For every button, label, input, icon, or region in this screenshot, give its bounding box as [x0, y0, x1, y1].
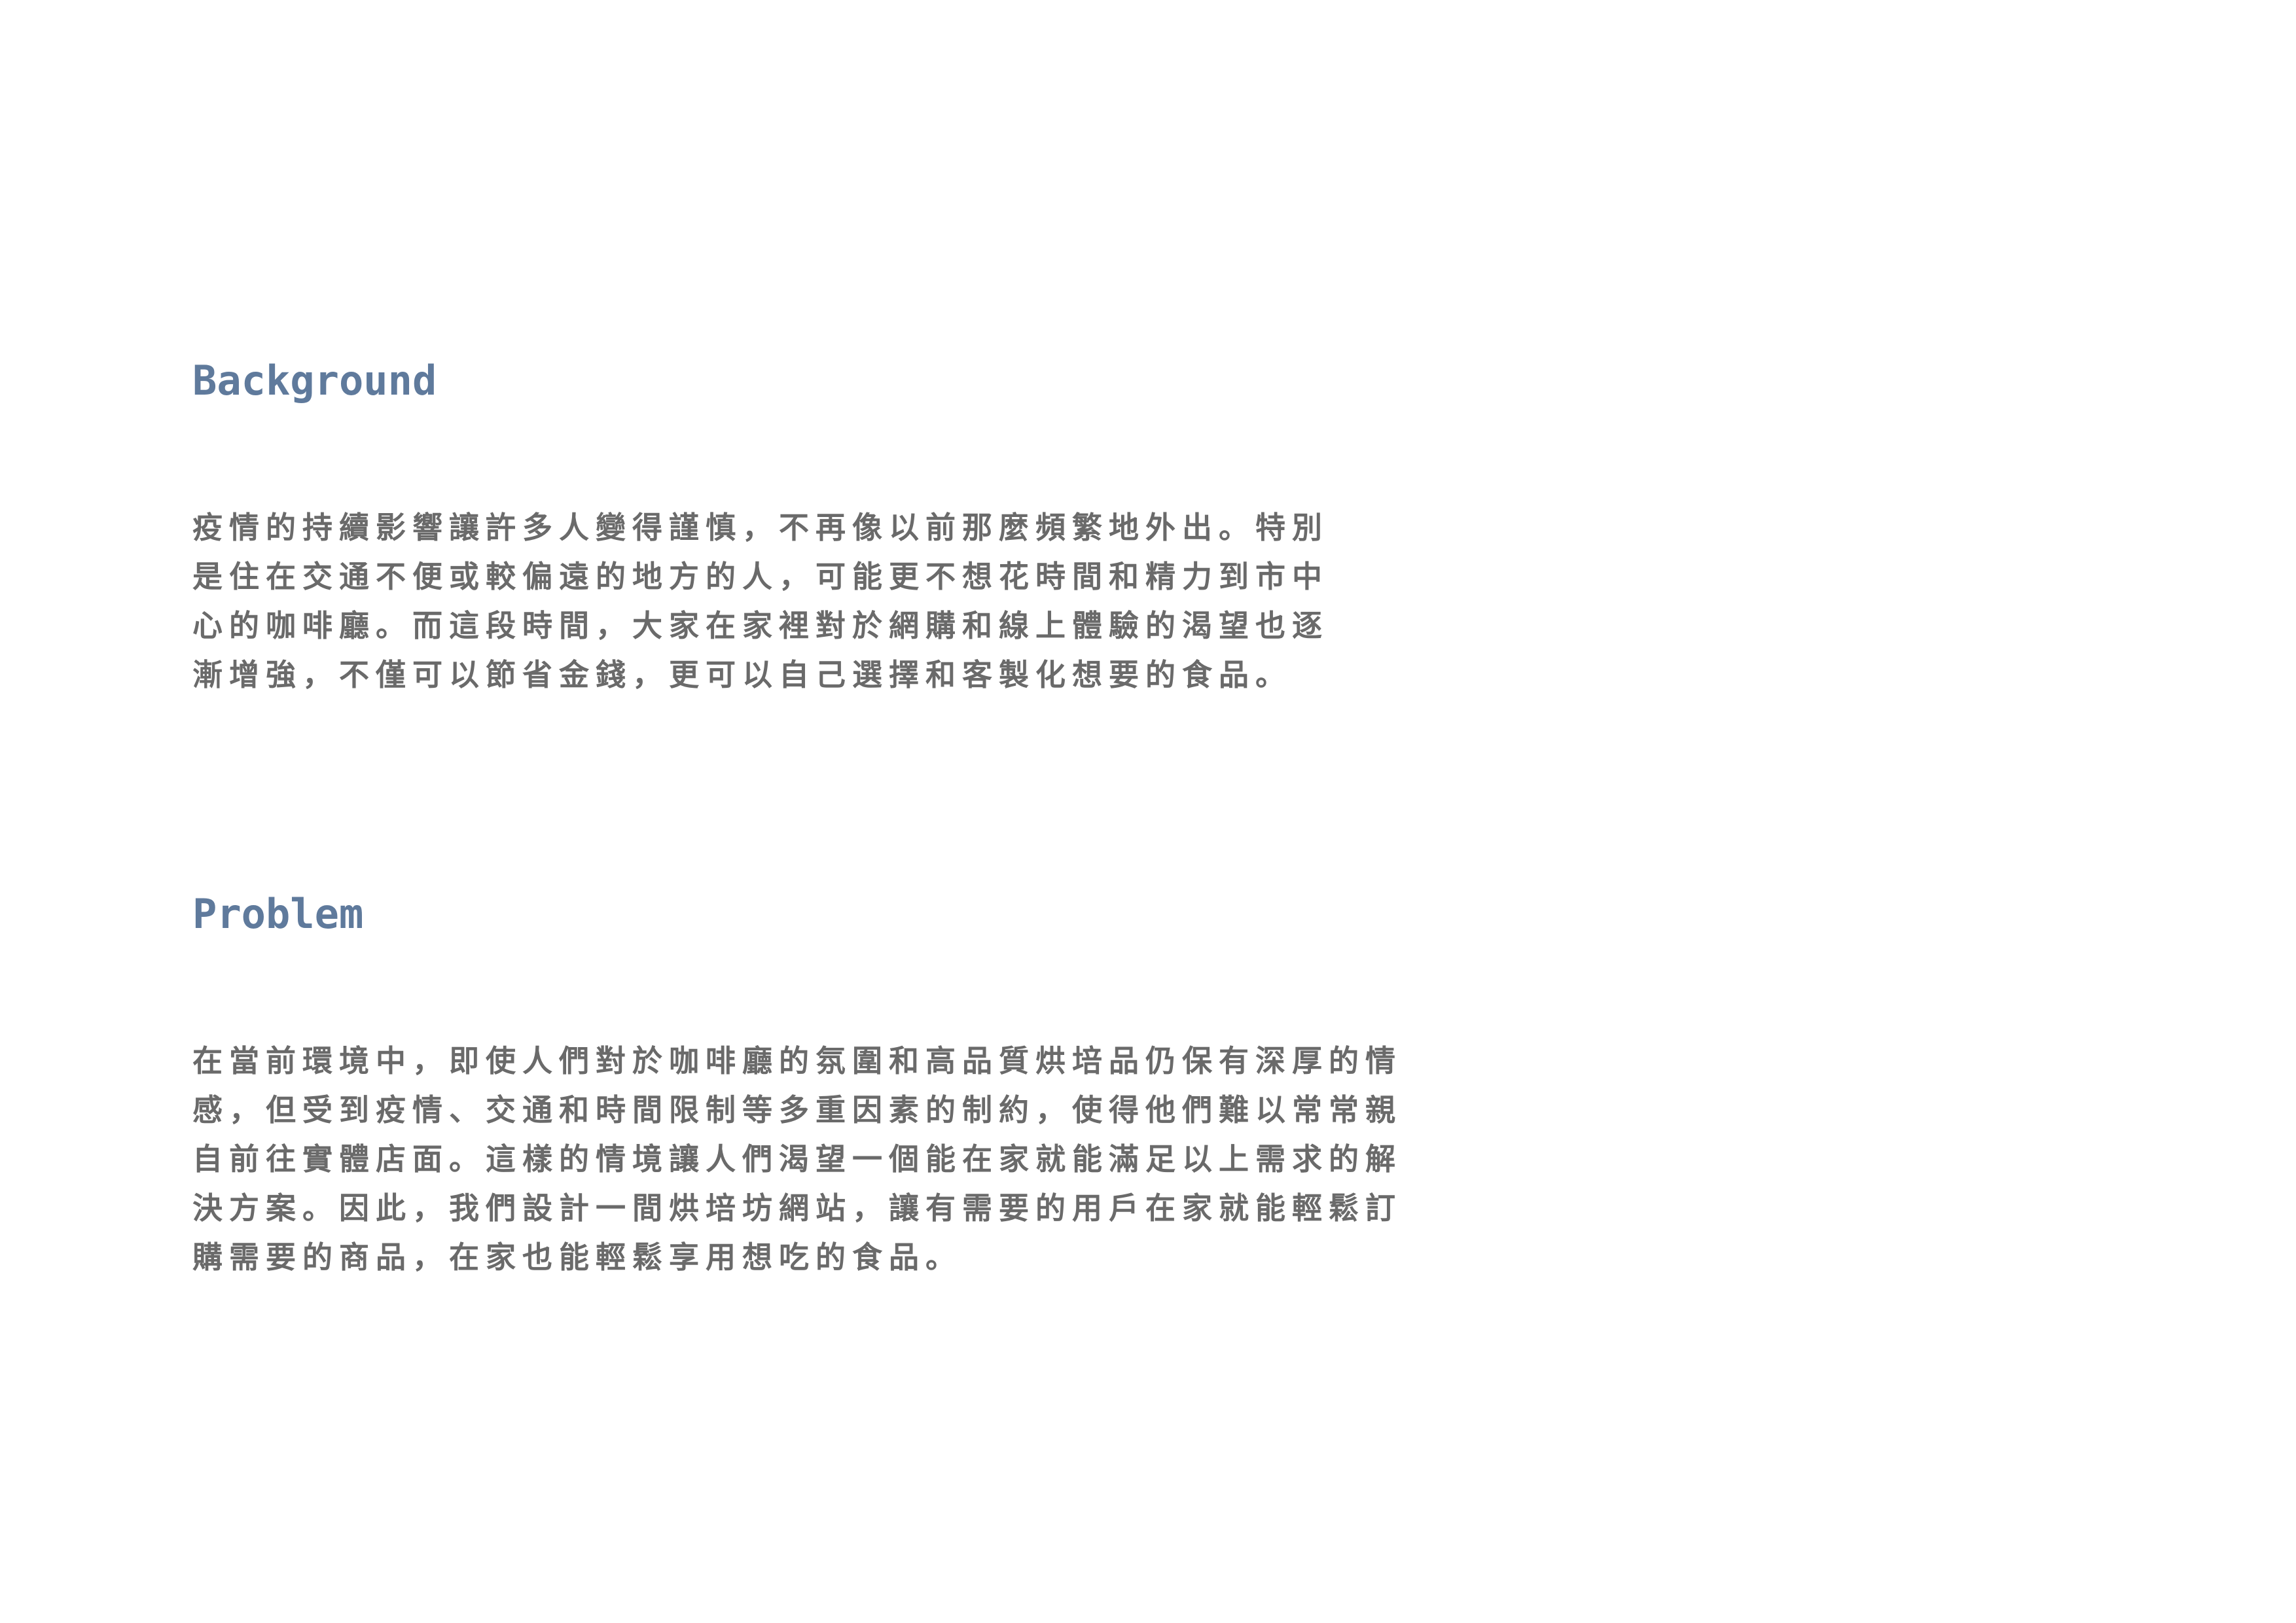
problem-line: 決方案。因此，我們設計一間烘培坊網站，讓有需要的用戶在家就能輕鬆訂	[192, 1190, 1402, 1226]
background-line: 漸增強，不僅可以節省金錢，更可以自己選擇和客製化想要的食品。	[192, 657, 1292, 692]
problem-line: 感，但受到疫情、交通和時間限制等多重因素的制約，使得他們難以常常親	[192, 1092, 1402, 1128]
problem-heading: Problem	[192, 890, 364, 938]
background-heading: Background	[192, 357, 437, 404]
problem-line: 購需要的商品，在家也能輕鬆享用想吃的食品。	[192, 1240, 962, 1275]
problem-line: 在當前環境中，即使人們對於咖啡廳的氛圍和高品質烘培品仍保有深厚的情	[192, 1043, 1402, 1079]
background-line: 是住在交通不便或較偏遠的地方的人，可能更不想花時間和精力到市中	[192, 559, 1329, 594]
background-section: Background 疫情的持續影響讓許多人變得謹慎，不再像以前那麼頻繁地外出。…	[192, 353, 1384, 700]
background-line: 疫情的持續影響讓許多人變得謹慎，不再像以前那麼頻繁地外出。特別	[192, 510, 1329, 545]
background-line: 心的咖啡廳。而這段時間，大家在家裡對於網購和線上體驗的渴望也逐	[192, 608, 1329, 643]
problem-section: Problem 在當前環境中，即使人們對於咖啡廳的氛圍和高品質烘培品仍保有深厚的…	[192, 887, 1462, 1282]
problem-paragraph: 在當前環境中，即使人們對於咖啡廳的氛圍和高品質烘培品仍保有深厚的情 感，但受到疫…	[192, 1037, 1462, 1282]
problem-line: 自前往實體店面。這樣的情境讓人們渴望一個能在家就能滿足以上需求的解	[192, 1141, 1402, 1177]
background-paragraph: 疫情的持續影響讓許多人變得謹慎，不再像以前那麼頻繁地外出。特別 是住在交通不便或…	[192, 503, 1384, 700]
